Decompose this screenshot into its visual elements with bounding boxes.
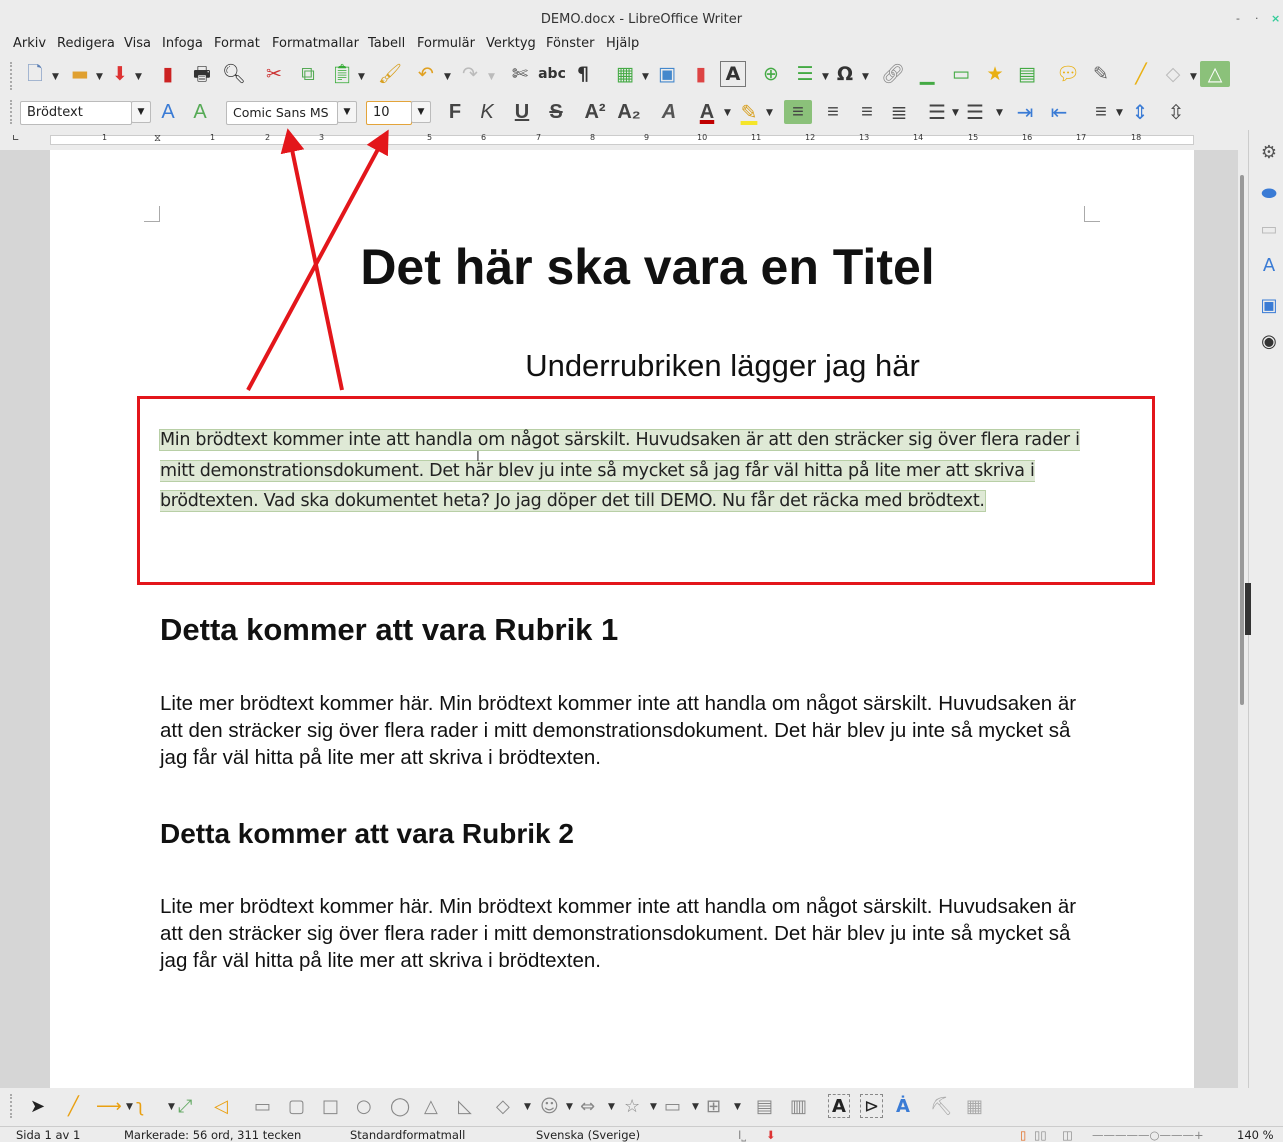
right-triangle-icon[interactable]: ◺: [458, 1094, 472, 1118]
triangle-icon[interactable]: △: [424, 1094, 438, 1118]
chevron-down-icon[interactable]: ▼: [734, 1102, 741, 1112]
document-modified-icon[interactable]: ⬇: [766, 1128, 776, 1142]
scrollbar-thumb[interactable]: [1240, 175, 1244, 705]
stars-icon[interactable]: ☆: [624, 1094, 640, 1118]
styles-icon[interactable]: A: [1258, 254, 1280, 276]
rectangle-icon[interactable]: ▭: [254, 1094, 271, 1118]
insert-caption-icon[interactable]: ⊳: [860, 1094, 884, 1118]
callouts-icon[interactable]: ▭: [664, 1094, 681, 1118]
language[interactable]: Svenska (Sverige): [536, 1128, 640, 1142]
page-style[interactable]: Standardformatmall: [350, 1128, 465, 1142]
multi-page-view-icon[interactable]: ▯▯: [1034, 1128, 1047, 1142]
fontwork-icon[interactable]: Ȧ: [896, 1094, 910, 1118]
symbol-shapes-icon[interactable]: ☺: [540, 1094, 559, 1118]
book-view-icon[interactable]: ◫: [1062, 1128, 1073, 1142]
navigator-icon[interactable]: ◉: [1258, 330, 1280, 352]
select-pointer-icon[interactable]: ➤: [30, 1094, 45, 1118]
polygon-icon[interactable]: ◁: [214, 1094, 228, 1118]
properties-gear-icon[interactable]: ⚙: [1258, 141, 1280, 163]
toggle-extrusion-icon[interactable]: ⛏: [930, 1094, 953, 1118]
chevron-down-icon[interactable]: ▼: [126, 1102, 133, 1112]
chevron-down-icon[interactable]: ▼: [566, 1102, 573, 1112]
status-bar: Sida 1 av 1 Markerade: 56 ord, 311 tecke…: [0, 1126, 1283, 1142]
drawing-toolbar: [0, 1088, 1283, 1126]
sidebar-collapse-handle[interactable]: [1245, 583, 1251, 635]
page-count[interactable]: Sida 1 av 1: [16, 1128, 80, 1142]
toolbar-grip[interactable]: [10, 1094, 12, 1118]
insert-textbox-icon[interactable]: ▤: [756, 1094, 773, 1118]
single-page-view-icon[interactable]: ▯: [1020, 1128, 1026, 1142]
ellipse-icon[interactable]: ○: [356, 1094, 372, 1118]
chevron-down-icon[interactable]: ▼: [692, 1102, 699, 1112]
flowchart-icon[interactable]: ⊞: [706, 1094, 721, 1118]
chevron-down-icon[interactable]: ▼: [524, 1102, 531, 1112]
basic-shapes-icon[interactable]: ◇: [496, 1094, 510, 1118]
page-toggle-icon[interactable]: ⬬: [1258, 182, 1280, 204]
arrow-line-icon[interactable]: ⟶: [96, 1094, 122, 1118]
insert-vertical-text-icon[interactable]: ▥: [790, 1094, 807, 1118]
insert-mode-icon[interactable]: I⎵: [738, 1128, 746, 1142]
block-arrows-icon[interactable]: ⇔: [580, 1094, 595, 1118]
curve-tool-icon[interactable]: ʅ: [136, 1094, 144, 1118]
gallery-icon[interactable]: ▣: [1258, 294, 1280, 316]
textbox-icon[interactable]: A: [828, 1094, 850, 1118]
line-tool-icon[interactable]: ╱: [68, 1094, 79, 1118]
arrow-to-font-name: [280, 128, 344, 391]
annotation-arrows: [246, 128, 389, 391]
page-icon[interactable]: ▭: [1258, 218, 1280, 240]
chevron-down-icon[interactable]: ▼: [650, 1102, 657, 1112]
chevron-down-icon[interactable]: ▼: [168, 1102, 175, 1112]
chevron-down-icon[interactable]: ▼: [608, 1102, 615, 1112]
word-count[interactable]: Markerade: 56 ord, 311 tecken: [124, 1128, 301, 1142]
circle-icon[interactable]: ◯: [390, 1094, 410, 1118]
3d-objects-icon[interactable]: ▦: [966, 1094, 983, 1118]
square-icon[interactable]: □: [322, 1094, 339, 1118]
points-edit-icon[interactable]: ⤢: [178, 1094, 192, 1118]
zoom-slider[interactable]: —————○———+: [1092, 1128, 1204, 1142]
zoom-level[interactable]: 140 %: [1237, 1128, 1274, 1142]
rounded-rectangle-icon[interactable]: ▢: [288, 1094, 305, 1118]
